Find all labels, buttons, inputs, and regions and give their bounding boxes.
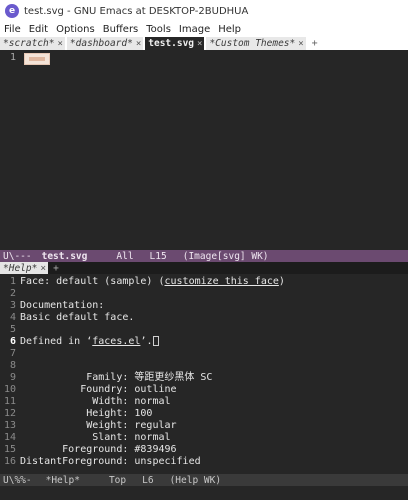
help-line: 6 Defined in ‘faces.el’.: [0, 336, 408, 348]
svg-image-content: [29, 57, 45, 61]
line-number: 10: [3, 384, 16, 395]
help-line: 2: [0, 288, 408, 300]
modeline-mode[interactable]: (Image[svg] WK): [183, 251, 269, 262]
line-number: 13: [3, 420, 16, 431]
help-link[interactable]: faces.el: [92, 336, 140, 347]
close-icon[interactable]: ×: [40, 263, 46, 274]
line-number: 8: [9, 360, 16, 371]
modeline-line: L6: [142, 474, 154, 486]
help-line: 3 Documentation:: [0, 300, 408, 312]
modeline-mode[interactable]: (Help WK): [170, 475, 221, 486]
help-text: ’.: [140, 336, 153, 347]
close-icon[interactable]: ×: [197, 39, 202, 49]
help-text: Foundry: outline: [20, 384, 177, 395]
tab-label: *dashboard*: [69, 38, 133, 49]
text-cursor: [153, 336, 160, 346]
help-line: 16 DistantForeground: unspecified: [0, 456, 408, 468]
menu-help[interactable]: Help: [214, 24, 245, 35]
line-number: 11: [3, 396, 16, 407]
window-title: test.svg - GNU Emacs at DESKTOP-2BUDHUA: [24, 5, 249, 17]
svg-image-preview[interactable]: [24, 53, 50, 65]
tab-label: *Custom Themes*: [209, 38, 296, 49]
help-line: 10 Foundry: outline: [0, 384, 408, 396]
help-line: 5: [0, 324, 408, 336]
help-text: Height: 100: [20, 408, 153, 419]
left-fringe: [0, 50, 6, 250]
help-line: 15 Foreground: #839496: [0, 444, 408, 456]
menu-options[interactable]: Options: [52, 24, 99, 35]
mode-line-bottom[interactable]: U\%%- *Help* Top L6 (Help WK): [0, 474, 408, 486]
help-line: 4 Basic default face.: [0, 312, 408, 324]
close-icon[interactable]: ×: [57, 39, 62, 49]
line-number: 6: [9, 336, 16, 347]
tab-help[interactable]: *Help* ×: [0, 262, 49, 274]
tab-custom-themes[interactable]: *Custom Themes* ×: [206, 37, 306, 50]
tab-bar: *scratch* × *dashboard* × test.svg × *Custom T…: [0, 37, 408, 50]
close-icon[interactable]: ×: [136, 39, 141, 49]
menu-buffers[interactable]: Buffers: [99, 24, 143, 35]
help-line: 12 Height: 100: [0, 408, 408, 420]
emacs-icon: e: [5, 4, 19, 18]
help-text: Basic default face.: [20, 312, 135, 323]
line-number: 7: [9, 348, 16, 359]
help-tab-bar: *Help* × +: [0, 262, 408, 274]
tab-test-svg[interactable]: test.svg ×: [145, 37, 205, 50]
mode-line-top[interactable]: U\--- test.svg All L15 (Image[svg] WK): [0, 250, 408, 262]
title-bar: e test.svg - GNU Emacs at DESKTOP-2BUDHU…: [0, 0, 408, 22]
line-number: 4: [9, 312, 16, 323]
help-line: 7: [0, 348, 408, 360]
help-text: Width: normal: [20, 396, 171, 407]
help-text: DistantForeground: unspecified: [20, 456, 201, 467]
line-number: 12: [3, 408, 16, 419]
tab-scratch[interactable]: *scratch* ×: [0, 37, 65, 50]
line-number: 9: [9, 372, 16, 383]
line-number: 2: [9, 288, 16, 299]
help-line: 8: [0, 360, 408, 372]
menu-tools[interactable]: Tools: [142, 24, 175, 35]
modeline-buffer-name[interactable]: test.svg: [42, 251, 88, 262]
tab-label: test.svg: [148, 38, 195, 49]
help-line: 14 Slant: normal: [0, 432, 408, 444]
line-number: 16: [3, 456, 16, 467]
line-number: 14: [3, 432, 16, 443]
help-buffer[interactable]: 1 Face: default (sample) (customize this …: [0, 274, 408, 474]
help-text: Defined in ‘: [20, 336, 93, 347]
close-icon[interactable]: ×: [298, 39, 303, 49]
modeline-buffer-name[interactable]: *Help*: [46, 475, 80, 486]
help-line: 13 Weight: regular: [0, 420, 408, 432]
help-text: Weight: regular: [20, 420, 177, 431]
help-line: 9 Family: 等距更纱黑体 SC: [0, 372, 408, 384]
help-text: ): [278, 276, 285, 287]
add-tab-button[interactable]: +: [308, 38, 322, 49]
tab-help-label: *Help*: [3, 262, 38, 274]
modeline-position: Top: [108, 474, 127, 486]
line-number: 15: [3, 444, 16, 455]
help-text: Family: 等距更纱黑体 SC: [20, 372, 213, 383]
add-tab-button[interactable]: +: [48, 263, 64, 274]
help-line: 11 Width: normal: [0, 396, 408, 408]
minibuffer[interactable]: [0, 486, 408, 500]
help-text: Face: default (sample) (: [20, 276, 165, 287]
line-number: 1: [10, 52, 17, 63]
modeline-position: All: [116, 250, 134, 262]
menu-bar: File Edit Options Buffers Tools Image Help: [0, 22, 408, 37]
help-text: Documentation:: [20, 300, 105, 311]
svg-image-buffer[interactable]: 1: [0, 50, 408, 250]
tab-label: *scratch*: [3, 38, 55, 49]
menu-edit[interactable]: Edit: [25, 24, 52, 35]
help-text: Foreground: #839496: [20, 444, 177, 455]
tab-dashboard[interactable]: *dashboard* ×: [66, 37, 144, 50]
line-number: 3: [9, 300, 16, 311]
help-text: Slant: normal: [20, 432, 171, 443]
line-number: 5: [9, 324, 16, 335]
help-link[interactable]: customize this face: [165, 276, 279, 287]
modeline-status: U\---: [3, 250, 32, 262]
line-number: 1: [9, 276, 16, 287]
menu-image[interactable]: Image: [175, 24, 214, 35]
menu-file[interactable]: File: [0, 24, 25, 35]
modeline-line: L15: [149, 250, 167, 262]
help-line: 1 Face: default (sample) (customize this …: [0, 276, 408, 288]
modeline-status: U\%%-: [3, 474, 32, 486]
